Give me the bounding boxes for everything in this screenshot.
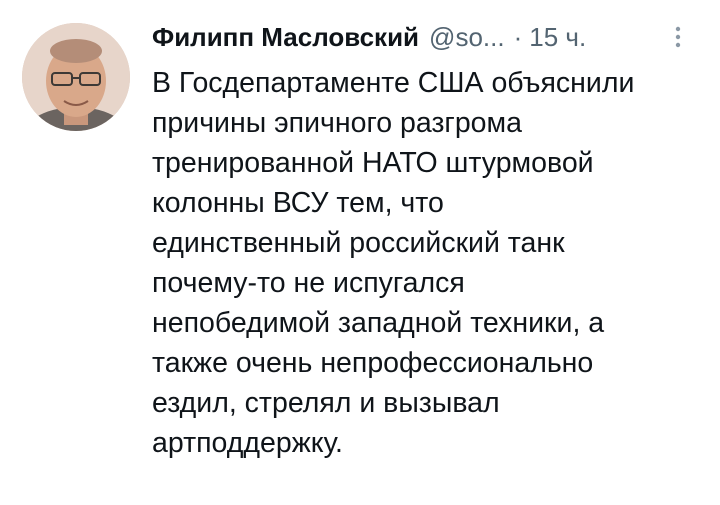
tweet-text-line: почему-то не испугался: [152, 267, 465, 299]
tweet-timestamp[interactable]: 15 ч.: [529, 20, 586, 54]
avatar-photo-icon: [22, 23, 130, 131]
tweet-text-line: тренированной НАТО штурмовой: [152, 147, 594, 179]
tweet-text-line: В Госдепартаменте США объяснили: [152, 67, 635, 99]
tweet-text-line: также очень непрофессионально: [152, 347, 594, 379]
tweet-text: В Госдепартаменте США объяснили причины …: [152, 63, 692, 463]
author-name[interactable]: Филипп Масловский: [152, 20, 419, 54]
tweet-text-line: единственный российский танк: [152, 227, 565, 259]
tweet-text-line: артподдержку.: [152, 427, 343, 459]
user-avatar[interactable]: [22, 23, 130, 131]
more-options-icon[interactable]: [668, 22, 688, 52]
author-handle[interactable]: @so...: [429, 20, 505, 54]
tweet-text-line: непобедимой западной техники, а: [152, 307, 605, 339]
tweet-text-line: ездил, стрелял и вызывал: [152, 387, 500, 419]
tweet-header: Филипп Масловский @so... · 15 ч.: [152, 20, 586, 54]
tweet-text-line: причины эпичного разгрома: [152, 107, 522, 139]
more-vertical-icon: [675, 26, 681, 48]
tweet-text-line: колонны ВСУ тем, что: [152, 187, 444, 219]
tweet[interactable]: Филипп Масловский @so... · 15 ч. В Госде…: [0, 0, 720, 505]
header-separator: ·: [513, 22, 523, 52]
